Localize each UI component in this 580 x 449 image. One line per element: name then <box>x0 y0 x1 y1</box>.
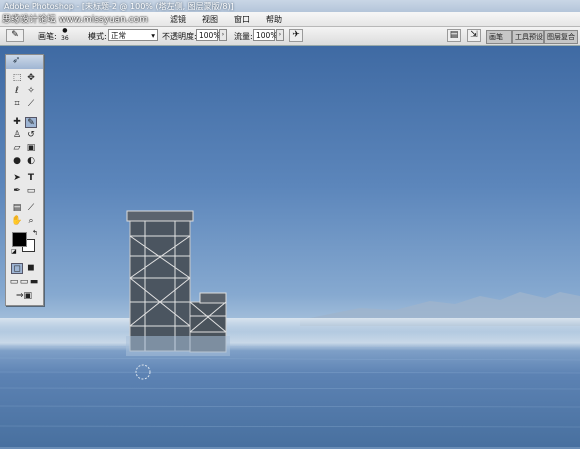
healing-icon[interactable]: ✚ <box>11 117 23 128</box>
menu-help[interactable]: 帮助 <box>266 14 282 25</box>
toolbox-header[interactable]: ➶ <box>6 55 43 69</box>
shape-icon[interactable]: ▭ <box>25 186 37 197</box>
eyedropper-icon[interactable]: ⟋ <box>25 203 37 214</box>
watermark: 思缘设计论坛 www.missyuan.com <box>2 15 148 25</box>
flow-label: 流量: <box>234 32 253 41</box>
brush-preset-icon[interactable]: ✎ <box>6 29 24 42</box>
foreground-color-swatch[interactable] <box>12 232 27 247</box>
type-icon[interactable]: T <box>25 173 37 184</box>
menu-window[interactable]: 窗口 <box>234 14 250 25</box>
marquee-icon[interactable]: ⬚ <box>11 73 23 84</box>
screen-mode-standard-icon[interactable]: ▭ <box>9 277 19 288</box>
notes-icon[interactable]: ▤ <box>11 203 23 214</box>
opacity-label: 不透明度: <box>162 32 197 41</box>
mode-select[interactable]: 正常 ▾ <box>108 29 158 41</box>
tab-brushes[interactable]: 画笔 <box>486 30 512 44</box>
crop-icon[interactable]: ⌗ <box>11 99 23 110</box>
opacity-input[interactable]: 100% <box>196 29 220 41</box>
default-colors-icon[interactable]: ◪ <box>11 248 17 255</box>
dodge-icon[interactable]: ◐ <box>25 156 37 167</box>
file-browser-icon[interactable]: ▤ <box>447 29 461 42</box>
horizon-haze <box>0 318 580 332</box>
opacity-slider-button[interactable]: › <box>219 29 227 41</box>
flow-input[interactable]: 100% <box>253 29 277 41</box>
slice-icon[interactable]: ⟋ <box>25 99 37 110</box>
screen-mode-menu-icon[interactable]: ▭ <box>19 277 29 288</box>
move-icon[interactable]: ✥ <box>25 73 37 84</box>
pen-icon[interactable]: ✒ <box>11 186 23 197</box>
mode-value: 正常 <box>111 31 126 40</box>
tower-base-mist <box>126 336 230 356</box>
eraser-icon[interactable]: ▱ <box>11 143 23 154</box>
offshore-tower <box>126 210 227 353</box>
standard-mode-icon[interactable]: ◻ <box>11 263 23 274</box>
water-ripples <box>0 345 580 428</box>
stamp-icon[interactable]: ♙ <box>11 130 23 141</box>
hand-icon[interactable]: ✋ <box>11 216 23 227</box>
tab-layer-comps[interactable]: 图层复合 <box>544 30 578 44</box>
quick-mask-icon[interactable]: ◼ <box>25 263 37 274</box>
blur-icon[interactable]: ● <box>11 156 23 167</box>
brush-icon[interactable]: ✎ <box>25 117 37 128</box>
mode-label: 模式: <box>88 32 107 41</box>
document-canvas[interactable] <box>0 46 580 447</box>
gradient-icon[interactable]: ▣ <box>25 143 37 154</box>
tab-tool-presets[interactable]: 工具预设 <box>512 30 544 44</box>
zoom-icon[interactable]: ⌕ <box>25 216 37 227</box>
menu-filter[interactable]: 滤镜 <box>170 14 186 25</box>
history-brush-icon[interactable]: ↺ <box>25 130 37 141</box>
jump-to-imageready-icon[interactable]: ⇒▣ <box>11 291 37 302</box>
title-bar: Adobe Photoshop - [未标题-2 @ 100% (塔左侧, 图层… <box>0 0 580 12</box>
flow-slider-button[interactable]: › <box>276 29 284 41</box>
menu-view[interactable]: 视图 <box>202 14 218 25</box>
screen-mode-full-icon[interactable]: ▬ <box>29 277 39 288</box>
chevron-down-icon: ▾ <box>151 31 155 40</box>
path-select-icon[interactable]: ➤ <box>11 173 23 184</box>
canvas-image <box>0 210 580 428</box>
brush-size: 36 <box>61 35 69 42</box>
brush-size-picker[interactable]: ● 36 <box>61 27 69 43</box>
swap-colors-icon[interactable]: ↰ <box>32 229 38 237</box>
window-title: Adobe Photoshop - [未标题-2 @ 100% (塔左侧, 图层… <box>4 2 234 11</box>
airbrush-icon[interactable]: ✈ <box>289 29 303 42</box>
brush-label: 画笔: <box>38 32 57 41</box>
magic-wand-icon[interactable]: ✧ <box>25 86 37 97</box>
toolbox: ➶ ⬚ ✥ ℓ ✧ ⌗ ⟋ ✚ ✎ ♙ ↺ ▱ ▣ ● ◐ ➤ T ✒ ▭ ▤ … <box>5 54 44 306</box>
feather-icon: ➶ <box>12 55 21 66</box>
image-jump-icon[interactable]: ⇲ <box>467 29 481 42</box>
lasso-icon[interactable]: ℓ <box>11 86 23 97</box>
